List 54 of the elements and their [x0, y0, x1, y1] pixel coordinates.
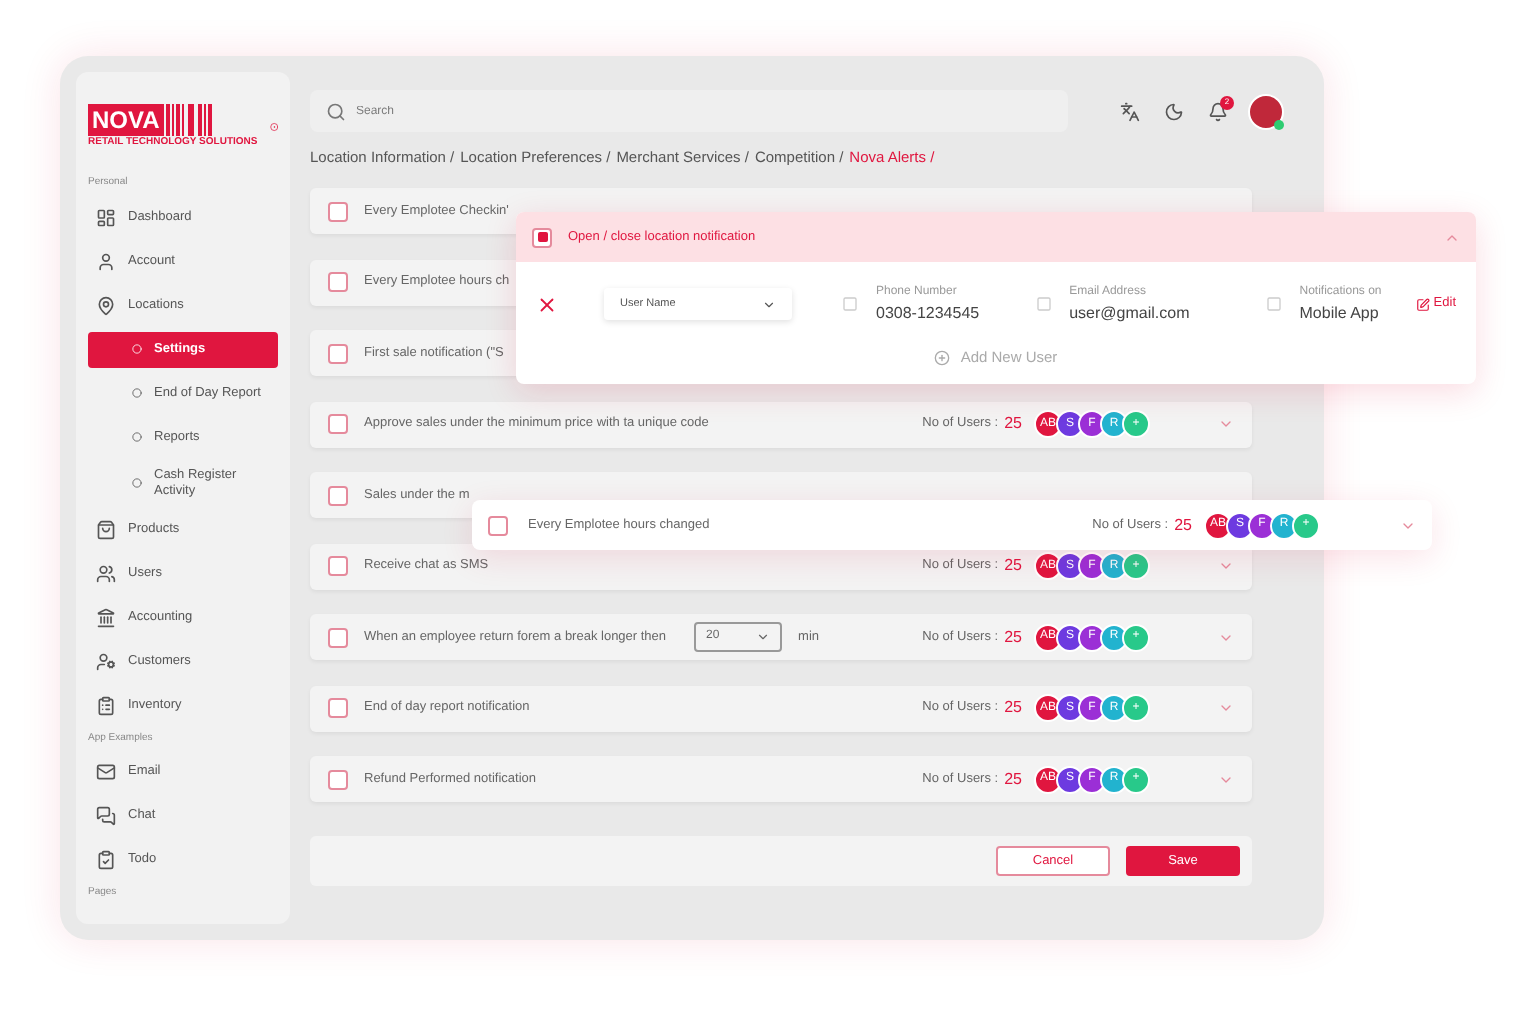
- expand-chevron-icon[interactable]: [1218, 558, 1234, 574]
- plus-circle-icon: [934, 349, 951, 366]
- field-icon: [842, 296, 858, 312]
- bullet-icon: [132, 344, 142, 354]
- checkbox[interactable]: [328, 343, 348, 363]
- nav-icon: [96, 207, 116, 227]
- checkbox[interactable]: [328, 272, 348, 292]
- users-count: 25: [1004, 696, 1022, 720]
- field-value: Mobile App: [1299, 301, 1381, 325]
- edit-icon: [1415, 297, 1430, 311]
- nav-icon: [96, 251, 116, 271]
- sidebar-toggle-icon[interactable]: [269, 117, 278, 135]
- logo-text: NOVA: [88, 104, 164, 136]
- chevron-down-icon: [762, 297, 776, 311]
- remove-icon[interactable]: [536, 293, 558, 315]
- nav-icon: [96, 762, 116, 782]
- users-count: 25: [1004, 412, 1022, 436]
- checkbox[interactable]: [328, 769, 348, 789]
- checkbox[interactable]: [328, 627, 348, 647]
- profile-avatar[interactable]: [1248, 93, 1284, 129]
- search-icon: [326, 101, 346, 121]
- users-count: 25: [1004, 554, 1022, 578]
- checkbox[interactable]: [532, 227, 552, 247]
- checkbox[interactable]: [328, 698, 348, 718]
- field-value: 0308-1234545: [876, 301, 980, 325]
- users-count: 25: [1174, 513, 1192, 537]
- field-value: user@gmail.com: [1069, 301, 1190, 325]
- checkbox[interactable]: [328, 201, 348, 221]
- bell-icon[interactable]: [1208, 101, 1228, 121]
- nav-icon: [96, 519, 116, 539]
- nav-icon: [96, 651, 116, 671]
- bullet-icon: [132, 478, 142, 488]
- translate-icon[interactable]: [1120, 101, 1140, 121]
- moon-icon[interactable]: [1164, 101, 1184, 121]
- nav-icon: [96, 607, 116, 627]
- checkbox[interactable]: [328, 556, 348, 576]
- field-icon: [1265, 296, 1282, 312]
- nav-icon: [96, 850, 116, 870]
- nav-icon: [96, 563, 116, 583]
- chevron-down-icon: [756, 630, 771, 644]
- users-count: 25: [1004, 625, 1022, 649]
- expand-chevron-icon[interactable]: [1218, 700, 1234, 716]
- field-icon: [1035, 296, 1052, 312]
- bullet-icon: [132, 432, 142, 442]
- checkbox[interactable]: [328, 485, 348, 505]
- checkbox[interactable]: [488, 515, 508, 535]
- nav-icon: [96, 295, 116, 315]
- users-count: 25: [1004, 767, 1022, 791]
- bullet-icon: [132, 388, 142, 398]
- expand-chevron-icon[interactable]: [1218, 416, 1234, 432]
- checkbox[interactable]: [328, 414, 348, 434]
- nav-icon: [96, 695, 116, 715]
- barcode-icon: [163, 104, 212, 136]
- nav-icon: [96, 806, 116, 826]
